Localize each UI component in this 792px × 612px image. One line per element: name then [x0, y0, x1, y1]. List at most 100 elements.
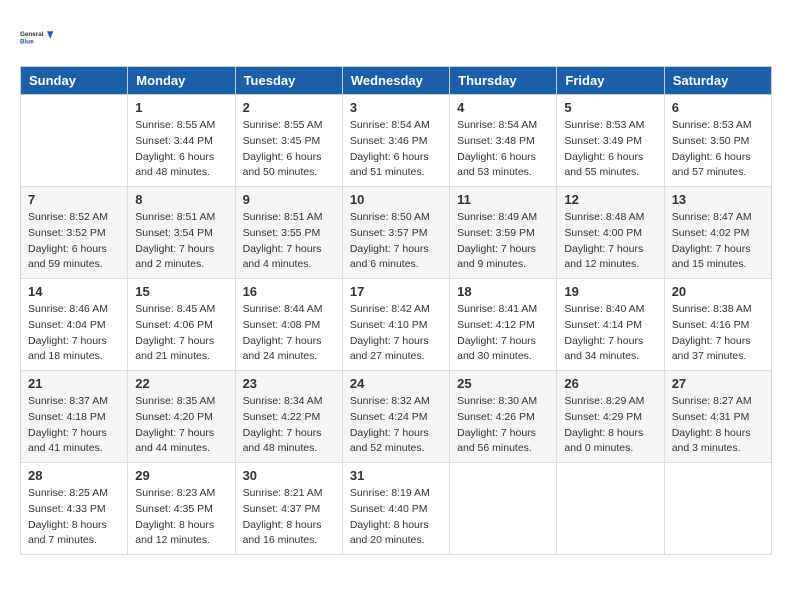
day-number: 17: [350, 284, 442, 299]
day-info: Sunrise: 8:41 AMSunset: 4:12 PMDaylight:…: [457, 302, 549, 365]
day-info: Sunrise: 8:55 AMSunset: 3:44 PMDaylight:…: [135, 118, 227, 181]
calendar-cell: 27 Sunrise: 8:27 AMSunset: 4:31 PMDayligh…: [664, 371, 771, 463]
weekday-header-monday: Monday: [128, 67, 235, 95]
day-number: 6: [672, 100, 764, 115]
day-info: Sunrise: 8:51 AMSunset: 3:55 PMDaylight:…: [243, 210, 335, 273]
day-number: 7: [28, 192, 120, 207]
day-number: 11: [457, 192, 549, 207]
calendar-cell: 1 Sunrise: 8:55 AMSunset: 3:44 PMDaylight…: [128, 95, 235, 187]
calendar-cell: 22Sunrise: 8:35 AMSunset: 4:20 PMDayligh…: [128, 371, 235, 463]
calendar-cell: 29 Sunrise: 8:23 AMSunset: 4:35 PMDayligh…: [128, 463, 235, 555]
day-number: 3: [350, 100, 442, 115]
day-info: Sunrise: 8:50 AMSunset: 3:57 PMDaylight:…: [350, 210, 442, 273]
day-number: 25: [457, 376, 549, 391]
day-info: Sunrise: 8:44 AMSunset: 4:08 PMDaylight:…: [243, 302, 335, 365]
calendar-week-row: 7Sunrise: 8:52 AMSunset: 3:52 PMDaylight…: [21, 187, 772, 279]
day-number: 5: [564, 100, 656, 115]
day-number: 31: [350, 468, 442, 483]
weekday-header-friday: Friday: [557, 67, 664, 95]
day-number: 26: [564, 376, 656, 391]
day-number: 24: [350, 376, 442, 391]
day-number: 27: [672, 376, 764, 391]
day-number: 1: [135, 100, 227, 115]
calendar-cell: 8Sunrise: 8:51 AMSunset: 3:54 PMDaylight…: [128, 187, 235, 279]
day-number: 4: [457, 100, 549, 115]
day-number: 18: [457, 284, 549, 299]
day-info: Sunrise: 8:51 AMSunset: 3:54 PMDaylight:…: [135, 210, 227, 273]
calendar-cell: 30 Sunrise: 8:21 AMSunset: 4:37 PMDayligh…: [235, 463, 342, 555]
day-number: 10: [350, 192, 442, 207]
day-info: Sunrise: 8:47 AMSunset: 4:02 PMDaylight:…: [672, 210, 764, 273]
day-info: Sunrise: 8:19 AMSunset: 4:40 PMDaylight:…: [350, 486, 442, 549]
weekday-header-tuesday: Tuesday: [235, 67, 342, 95]
calendar-week-row: 21Sunrise: 8:37 AMSunset: 4:18 PMDayligh…: [21, 371, 772, 463]
day-info: Sunrise: 8:34 AMSunset: 4:22 PMDaylight:…: [243, 394, 335, 457]
day-info: Sunrise: 8:38 AMSunset: 4:16 PMDaylight:…: [672, 302, 764, 365]
calendar-cell: 9Sunrise: 8:51 AMSunset: 3:55 PMDaylight…: [235, 187, 342, 279]
weekday-header-thursday: Thursday: [450, 67, 557, 95]
day-info: Sunrise: 8:32 AMSunset: 4:24 PMDaylight:…: [350, 394, 442, 457]
svg-text:Blue: Blue: [20, 38, 34, 45]
calendar-cell: [21, 95, 128, 187]
calendar-week-row: 28 Sunrise: 8:25 AMSunset: 4:33 PMDayligh…: [21, 463, 772, 555]
day-number: 15: [135, 284, 227, 299]
calendar-cell: 13 Sunrise: 8:47 AMSunset: 4:02 PMDayligh…: [664, 187, 771, 279]
calendar-cell: 2 Sunrise: 8:55 AMSunset: 3:45 PMDaylight…: [235, 95, 342, 187]
calendar-cell: 11 Sunrise: 8:49 AMSunset: 3:59 PMDayligh…: [450, 187, 557, 279]
day-number: 28: [28, 468, 120, 483]
day-number: 13: [672, 192, 764, 207]
calendar-cell: 31 Sunrise: 8:19 AMSunset: 4:40 PMDayligh…: [342, 463, 449, 555]
calendar-week-row: 1 Sunrise: 8:55 AMSunset: 3:44 PMDaylight…: [21, 95, 772, 187]
day-number: 16: [243, 284, 335, 299]
calendar-cell: 25Sunrise: 8:30 AMSunset: 4:26 PMDayligh…: [450, 371, 557, 463]
calendar-cell: 21Sunrise: 8:37 AMSunset: 4:18 PMDayligh…: [21, 371, 128, 463]
calendar-cell: 4 Sunrise: 8:54 AMSunset: 3:48 PMDaylight…: [450, 95, 557, 187]
day-info: Sunrise: 8:48 AMSunset: 4:00 PMDaylight:…: [564, 210, 656, 273]
day-info: Sunrise: 8:54 AMSunset: 3:48 PMDaylight:…: [457, 118, 549, 181]
day-info: Sunrise: 8:45 AMSunset: 4:06 PMDaylight:…: [135, 302, 227, 365]
day-number: 23: [243, 376, 335, 391]
day-info: Sunrise: 8:53 AMSunset: 3:50 PMDaylight:…: [672, 118, 764, 181]
day-info: Sunrise: 8:25 AMSunset: 4:33 PMDaylight:…: [28, 486, 120, 549]
calendar-header-row: SundayMondayTuesdayWednesdayThursdayFrid…: [21, 67, 772, 95]
calendar-cell: 7Sunrise: 8:52 AMSunset: 3:52 PMDaylight…: [21, 187, 128, 279]
calendar-cell: 3Sunrise: 8:54 AMSunset: 3:46 PMDaylight…: [342, 95, 449, 187]
calendar-cell: 17 Sunrise: 8:42 AMSunset: 4:10 PMDayligh…: [342, 279, 449, 371]
day-info: Sunrise: 8:27 AMSunset: 4:31 PMDaylight:…: [672, 394, 764, 457]
day-info: Sunrise: 8:53 AMSunset: 3:49 PMDaylight:…: [564, 118, 656, 181]
calendar-cell: 5 Sunrise: 8:53 AMSunset: 3:49 PMDaylight…: [557, 95, 664, 187]
calendar-cell: 16 Sunrise: 8:44 AMSunset: 4:08 PMDayligh…: [235, 279, 342, 371]
calendar-cell: [450, 463, 557, 555]
day-info: Sunrise: 8:23 AMSunset: 4:35 PMDaylight:…: [135, 486, 227, 549]
calendar-cell: 23 Sunrise: 8:34 AMSunset: 4:22 PMDayligh…: [235, 371, 342, 463]
calendar-cell: [664, 463, 771, 555]
calendar-cell: 14 Sunrise: 8:46 AMSunset: 4:04 PMDayligh…: [21, 279, 128, 371]
day-info: Sunrise: 8:21 AMSunset: 4:37 PMDaylight:…: [243, 486, 335, 549]
calendar-body: 1 Sunrise: 8:55 AMSunset: 3:44 PMDaylight…: [21, 95, 772, 555]
day-info: Sunrise: 8:46 AMSunset: 4:04 PMDaylight:…: [28, 302, 120, 365]
day-number: 14: [28, 284, 120, 299]
logo-icon: GeneralBlue: [20, 20, 56, 56]
page-header: GeneralBlue: [20, 20, 772, 56]
day-info: Sunrise: 8:42 AMSunset: 4:10 PMDaylight:…: [350, 302, 442, 365]
day-number: 2: [243, 100, 335, 115]
calendar-cell: 15 Sunrise: 8:45 AMSunset: 4:06 PMDayligh…: [128, 279, 235, 371]
calendar-cell: 12Sunrise: 8:48 AMSunset: 4:00 PMDayligh…: [557, 187, 664, 279]
svg-text:General: General: [20, 31, 44, 38]
day-info: Sunrise: 8:49 AMSunset: 3:59 PMDaylight:…: [457, 210, 549, 273]
day-number: 21: [28, 376, 120, 391]
calendar-cell: 24 Sunrise: 8:32 AMSunset: 4:24 PMDayligh…: [342, 371, 449, 463]
calendar-week-row: 14 Sunrise: 8:46 AMSunset: 4:04 PMDayligh…: [21, 279, 772, 371]
day-info: Sunrise: 8:40 AMSunset: 4:14 PMDaylight:…: [564, 302, 656, 365]
day-info: Sunrise: 8:35 AMSunset: 4:20 PMDaylight:…: [135, 394, 227, 457]
day-info: Sunrise: 8:55 AMSunset: 3:45 PMDaylight:…: [243, 118, 335, 181]
calendar-cell: 26Sunrise: 8:29 AMSunset: 4:29 PMDayligh…: [557, 371, 664, 463]
logo: GeneralBlue: [20, 20, 56, 56]
day-number: 30: [243, 468, 335, 483]
day-number: 20: [672, 284, 764, 299]
calendar-cell: 19 Sunrise: 8:40 AMSunset: 4:14 PMDayligh…: [557, 279, 664, 371]
day-number: 29: [135, 468, 227, 483]
day-number: 19: [564, 284, 656, 299]
calendar-table: SundayMondayTuesdayWednesdayThursdayFrid…: [20, 66, 772, 555]
calendar-cell: 10 Sunrise: 8:50 AMSunset: 3:57 PMDayligh…: [342, 187, 449, 279]
